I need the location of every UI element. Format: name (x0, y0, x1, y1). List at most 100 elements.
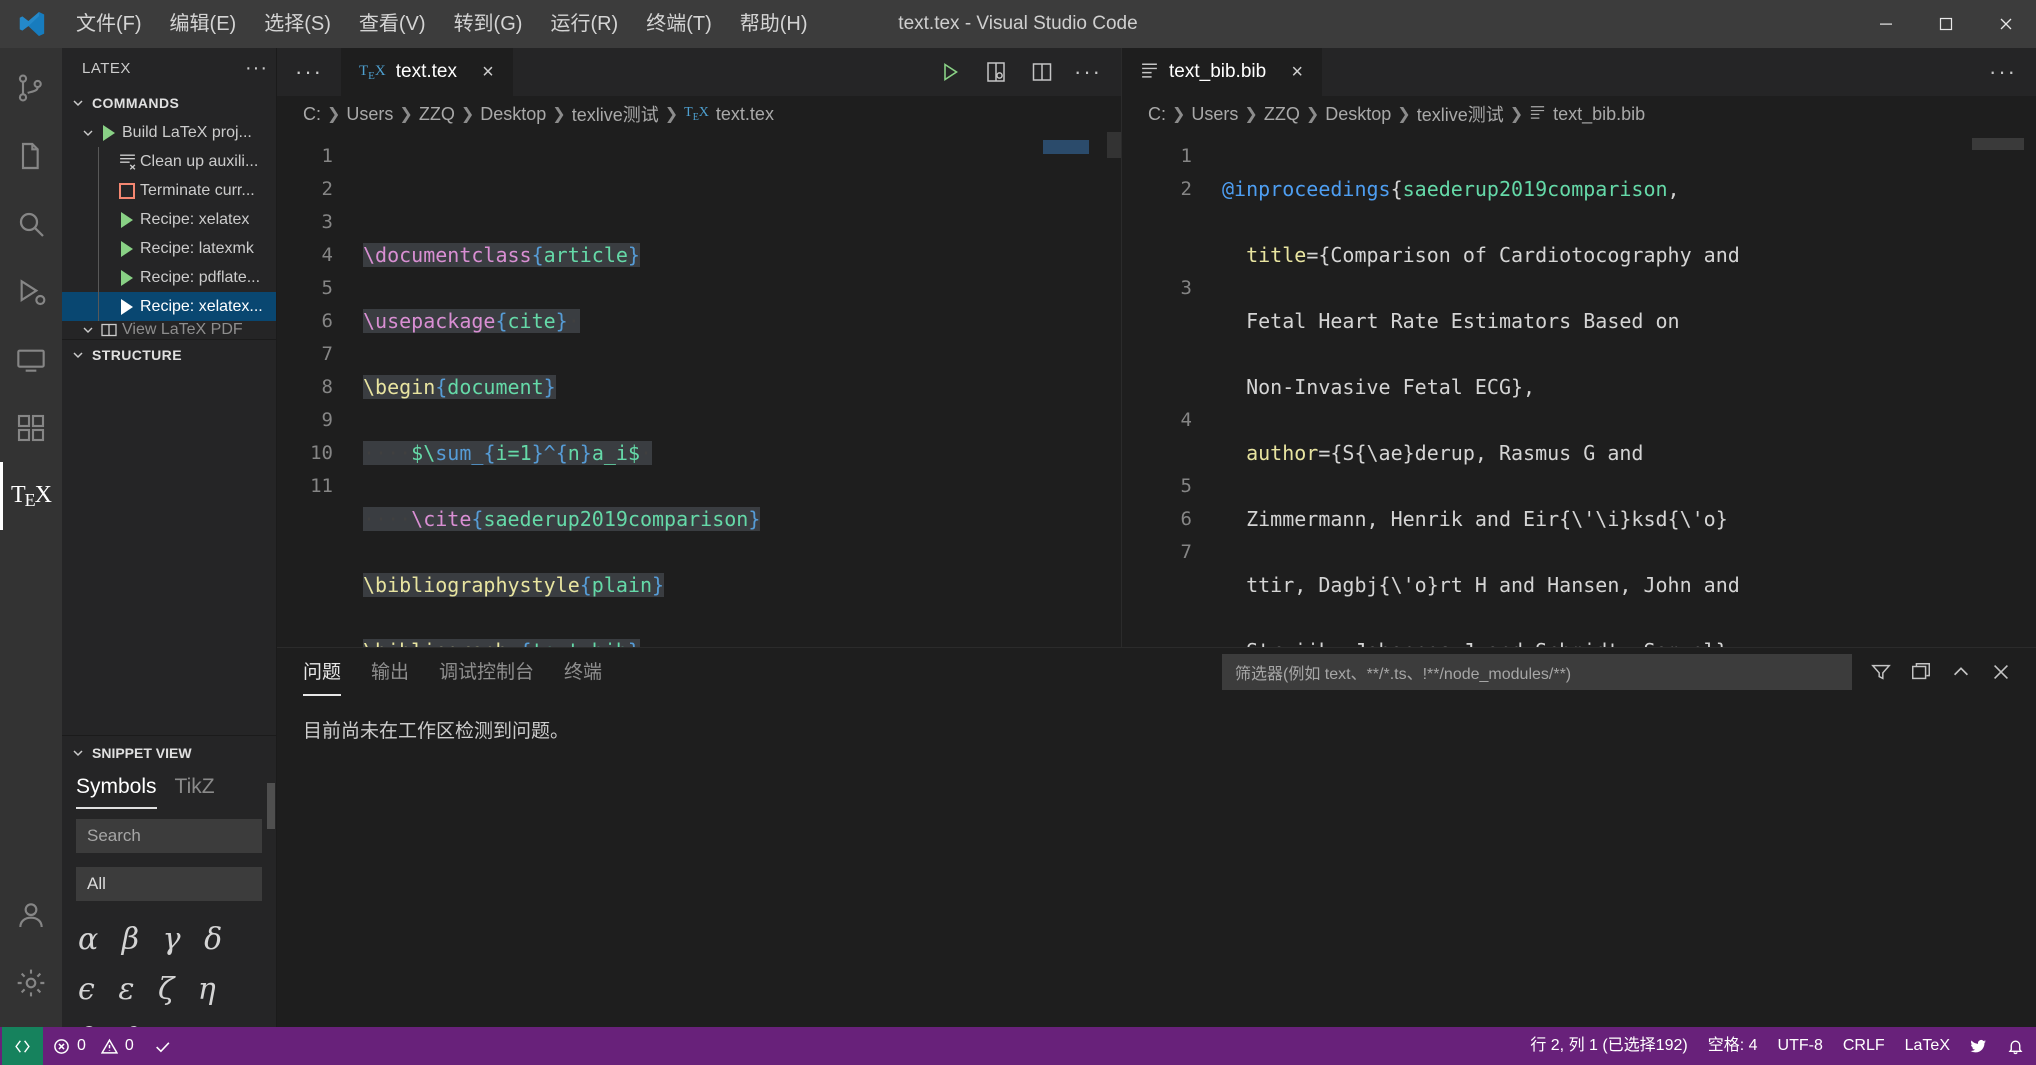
menu-go[interactable]: 转到(G) (440, 0, 537, 48)
panel-tab-output[interactable]: 输出 (371, 657, 409, 688)
breadcrumb-separator-icon: ❯ (399, 106, 413, 123)
minimap-left[interactable] (1037, 132, 1121, 647)
tab-close-icon[interactable]: × (477, 61, 499, 84)
tab-symbols[interactable]: Symbols (76, 775, 157, 809)
code-content-left[interactable]: \documentclass{article} \usepackage{cite… (349, 132, 1121, 647)
sidebar-scrollbar[interactable] (267, 783, 275, 829)
sidebar-more-icon[interactable]: ··· (245, 57, 268, 80)
warning-count: 0 (124, 1037, 134, 1054)
tab-tikz[interactable]: TikZ (175, 775, 215, 809)
section-commands[interactable]: COMMANDS (62, 88, 276, 118)
breadcrumb-desktop[interactable]: Desktop (1325, 104, 1391, 125)
panel-tab-terminal[interactable]: 终端 (564, 657, 602, 688)
more-actions-button[interactable]: ··· (1074, 59, 1101, 85)
breadcrumb-file[interactable]: TEX text.tex (684, 104, 774, 125)
clean-icon (114, 152, 140, 171)
menu-help[interactable]: 帮助(H) (726, 0, 822, 48)
snippet-search-input[interactable]: Search (76, 819, 262, 853)
close-panel-icon[interactable] (1990, 661, 2012, 683)
chevron-down-icon[interactable] (80, 125, 96, 141)
activity-run-debug[interactable] (0, 258, 62, 326)
view-latex-pdf-button[interactable] (983, 59, 1009, 85)
tree-item-recipe-xelatex[interactable]: Recipe: xelatex (62, 205, 276, 234)
commands-tree: Build LaTeX proj... Clean up auxili... T… (62, 118, 276, 339)
encoding[interactable]: UTF-8 (1768, 1027, 1833, 1065)
remote-indicator[interactable] (2, 1027, 43, 1065)
cursor-position[interactable]: 行 2, 列 1 (已选择192) (1520, 1027, 1697, 1065)
breadcrumb-users[interactable]: Users (1191, 104, 1238, 125)
tree-item-build-latex-project[interactable]: Build LaTeX proj... (62, 118, 276, 147)
breadcrumb-texlive[interactable]: texlive测试 (1417, 101, 1504, 127)
feedback-tweet-icon[interactable] (1960, 1027, 1997, 1065)
menu-run[interactable]: 运行(R) (536, 0, 632, 48)
breadcrumb-desktop[interactable]: Desktop (480, 104, 546, 125)
tree-item-recipe-latexmk[interactable]: Recipe: latexmk (62, 234, 276, 263)
section-structure[interactable]: STRUCTURE (62, 339, 276, 369)
code-editor-right[interactable]: 12 3 4 567 @inproceedings{saederup2019co… (1122, 132, 2036, 647)
tree-item-label: Recipe: xelatex (140, 210, 250, 228)
tree-item-terminate-current[interactable]: Terminate curr... (62, 176, 276, 205)
menu-view[interactable]: 查看(V) (345, 0, 440, 48)
tree-item-recipe-xelatex-selected[interactable]: Recipe: xelatex... (62, 292, 276, 321)
menu-terminal[interactable]: 终端(T) (632, 0, 726, 48)
code-content-right[interactable]: @inproceedings{saederup2019comparison, t… (1208, 132, 2036, 647)
collapse-panel-icon[interactable] (1950, 661, 1972, 683)
maximize-panel-icon[interactable] (1910, 661, 1932, 683)
language-mode[interactable]: LaTeX (1895, 1027, 1960, 1065)
activity-accounts[interactable] (0, 881, 62, 949)
breadcrumb-drive[interactable]: C: (1148, 104, 1166, 125)
maximize-button[interactable] (1916, 0, 1976, 48)
notifications-bell-icon[interactable] (1997, 1027, 2034, 1065)
preview-icon (96, 321, 122, 339)
bib-icon (1529, 103, 1546, 125)
section-snippet-view[interactable]: SNIPPET VIEW (62, 735, 276, 769)
menu-selection[interactable]: 选择(S) (250, 0, 345, 48)
activity-search[interactable] (0, 190, 62, 258)
tree-item-recipe-pdflatex[interactable]: Recipe: pdflate... (62, 263, 276, 292)
close-button[interactable] (1976, 0, 2036, 48)
panel-tab-problems[interactable]: 问题 (303, 657, 342, 696)
activity-settings[interactable] (0, 949, 62, 1017)
problems-filter-input[interactable]: 筛选器(例如 text、**/*.ts、!**/node_modules/**) (1222, 654, 1852, 690)
menu-file[interactable]: 文件(F) (62, 0, 156, 48)
breadcrumb-texlive[interactable]: texlive测试 (572, 101, 659, 127)
breadcrumb-right: C: ❯ Users ❯ ZZQ ❯ Desktop ❯ texlive测试 ❯… (1122, 96, 2036, 132)
eol[interactable]: CRLF (1833, 1027, 1895, 1065)
title-bar: 文件(F) 编辑(E) 选择(S) 查看(V) 转到(G) 运行(R) 终端(T… (0, 0, 2036, 48)
tab-text-bib[interactable]: text_bib.bib × (1122, 48, 1324, 96)
check-status[interactable] (144, 1027, 181, 1065)
menu-edit[interactable]: 编辑(E) (156, 0, 251, 48)
tree-item-clean-up-auxiliary[interactable]: Clean up auxili... (62, 147, 276, 176)
tree-item-label: Recipe: pdflate... (140, 268, 261, 286)
breadcrumb-zzq[interactable]: ZZQ (419, 104, 455, 125)
breadcrumb-drive[interactable]: C: (303, 104, 321, 125)
more-actions-button[interactable]: ··· (1989, 59, 2016, 85)
play-icon (114, 269, 140, 286)
snippet-category-select[interactable]: All (76, 867, 262, 901)
panel-tab-debug-console[interactable]: 调试控制台 (439, 657, 534, 688)
breadcrumb-file[interactable]: text_bib.bib (1529, 103, 1645, 125)
breadcrumb-zzq[interactable]: ZZQ (1264, 104, 1300, 125)
activity-explorer[interactable] (0, 122, 62, 190)
tree-item-view-latex-pdf[interactable]: View LaTeX PDF (62, 321, 276, 339)
minimize-button[interactable] (1856, 0, 1916, 48)
indentation[interactable]: 空格: 4 (1698, 1027, 1768, 1065)
activity-remote-explorer[interactable] (0, 326, 62, 394)
build-latex-button[interactable] (937, 59, 963, 85)
minimap-right[interactable] (1966, 132, 2036, 647)
activity-latex[interactable]: TEX (0, 462, 62, 530)
activity-source-control[interactable] (0, 54, 62, 122)
problems-status[interactable]: 0 0 (43, 1027, 144, 1065)
filter-icon[interactable] (1870, 661, 1892, 683)
activity-extensions[interactable] (0, 394, 62, 462)
tab-close-icon[interactable]: × (1286, 61, 1308, 84)
tab-text-tex[interactable]: TEX text.tex × (340, 48, 514, 96)
editor-group-left: ··· TEX text.tex × ··· C: ❯ Users ❯ ZZQ … (277, 48, 1122, 647)
symbol-row-2[interactable]: θ ϑ ι κ λ μ ν ξ (78, 1015, 266, 1027)
breadcrumb-users[interactable]: Users (346, 104, 393, 125)
code-editor-left[interactable]: 1 2 3 4 5 6 7 8 9 10 11 \documentclass{article} \u… (277, 132, 1121, 647)
symbol-row-1[interactable]: α β γ δ ϵ ε ζ η (78, 915, 266, 1015)
chevron-down-icon[interactable] (80, 322, 96, 338)
split-editor-button[interactable] (1029, 59, 1055, 85)
editor-actions-left-more-icon[interactable]: ··· (277, 48, 341, 96)
